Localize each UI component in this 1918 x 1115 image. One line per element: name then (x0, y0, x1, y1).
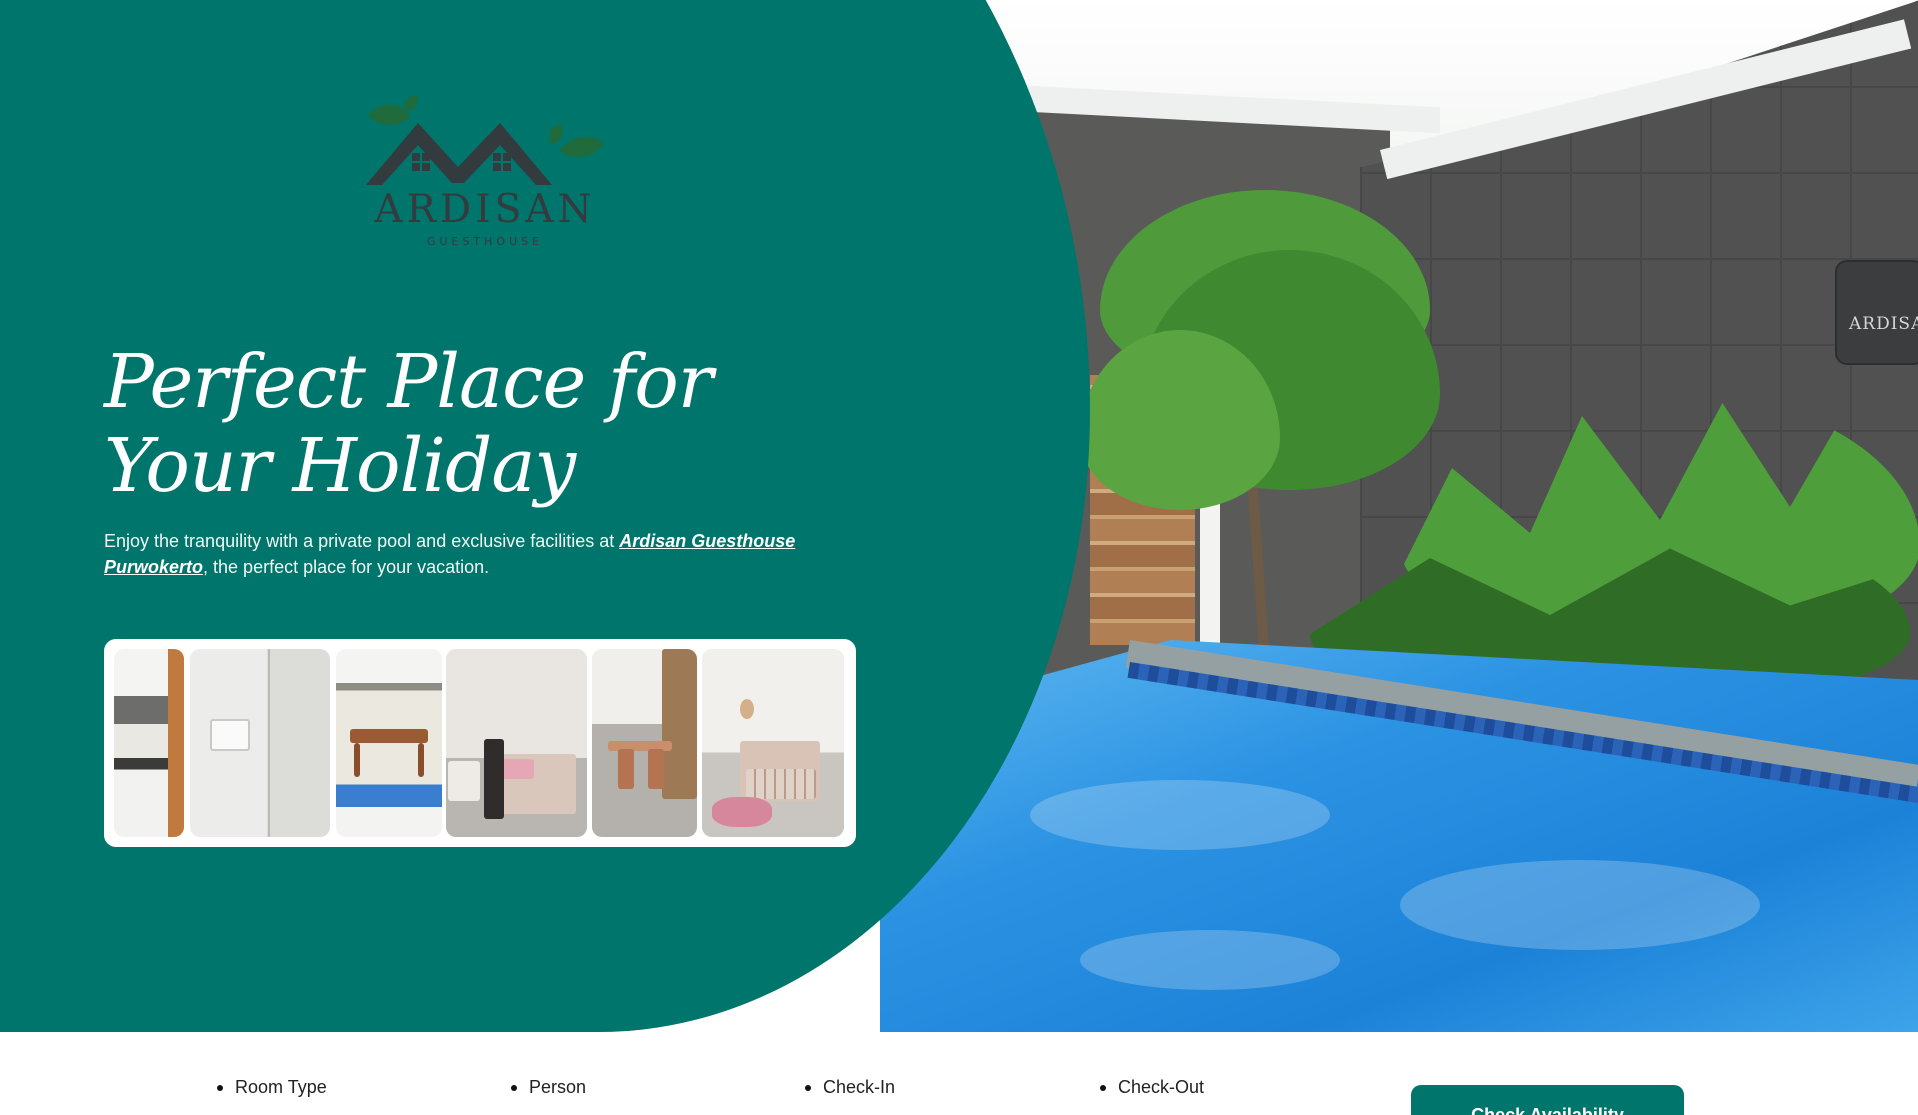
check-out-field[interactable]: Check-Out (1099, 1077, 1204, 1098)
house-leaf-icon (366, 95, 604, 185)
booking-bar: Room Type Person Check-In Check-Out Chec… (210, 1033, 1711, 1115)
room-type-field[interactable]: Room Type (217, 1077, 327, 1098)
person-field[interactable]: Person (510, 1077, 586, 1098)
tagline-text-end: , the perfect place for your vacation. (203, 557, 490, 577)
logo-subtitle: GUESTHOUSE (426, 235, 544, 248)
tagline-text: Enjoy the tranquility with a private poo… (104, 531, 620, 551)
photo-gallery (104, 639, 856, 847)
brand-logo[interactable]: ARDISAN GUESTHOUSE (360, 95, 610, 255)
wall-sign: ARDISAN (1835, 260, 1918, 365)
landing-page: ARDISAN ARDISAN GUESTHOUSE Perfect Place… (0, 0, 1918, 1115)
gallery-image-dining-room[interactable] (592, 649, 697, 837)
gallery-image-kitchen[interactable] (114, 649, 184, 837)
wall-sign-text: ARDISAN (1849, 314, 1918, 334)
hero-tagline: Enjoy the tranquility with a private poo… (104, 528, 824, 580)
gallery-image-bedroom-1[interactable] (446, 649, 587, 837)
gallery-image-dining-pool[interactable] (336, 649, 442, 837)
check-in-field[interactable]: Check-In (804, 1077, 895, 1098)
logo-wordmark: ARDISAN (374, 187, 596, 232)
gallery-image-bathroom[interactable] (190, 649, 330, 837)
check-availability-button[interactable]: Check Availability (1411, 1085, 1684, 1115)
hero-headline: Perfect Place for Your Holiday (104, 339, 713, 509)
gallery-image-bedroom-2[interactable] (702, 649, 844, 837)
